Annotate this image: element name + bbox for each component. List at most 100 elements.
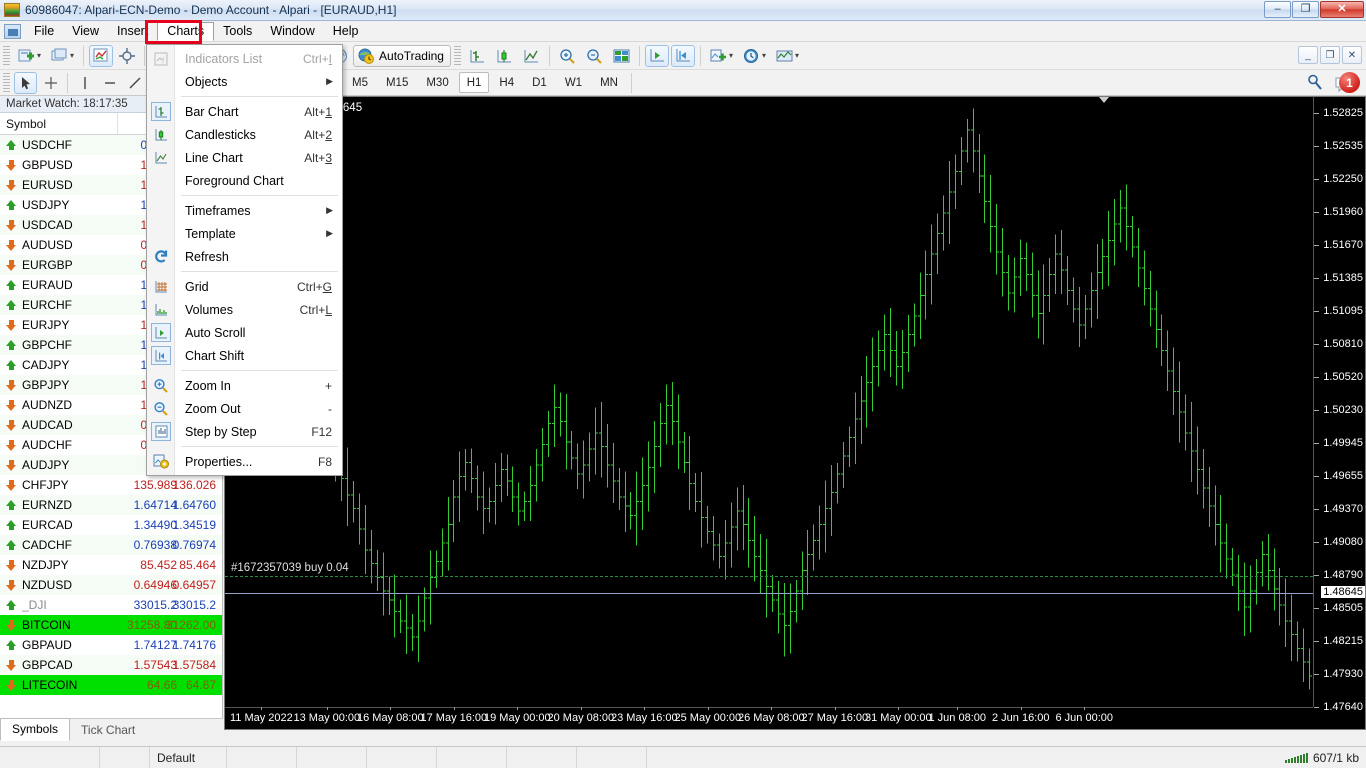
market-watch-button[interactable]: [89, 44, 114, 67]
horizontal-line-tool-button[interactable]: [98, 72, 121, 94]
chart-shift-button[interactable]: [670, 44, 695, 67]
time-tick-mark: [390, 707, 392, 710]
toolbar-divider: [67, 72, 68, 93]
chevron-down-icon[interactable]: ▾: [795, 51, 799, 60]
market-watch-row[interactable]: EURCAD 1.34490 1.34519: [0, 515, 222, 535]
menu-item-objects[interactable]: Objects ▶: [147, 70, 342, 93]
toolbar-grip-2[interactable]: [453, 45, 461, 66]
menu-help[interactable]: Help: [324, 22, 368, 41]
menu-item-template[interactable]: Template ▶: [147, 222, 342, 245]
zoom-out-button[interactable]: [582, 45, 607, 67]
menu-item-line-chart[interactable]: Line Chart Alt+3: [147, 146, 342, 169]
timeframe-d1[interactable]: D1: [524, 72, 555, 93]
menu-file[interactable]: File: [25, 22, 63, 41]
chevron-down-icon[interactable]: ▾: [70, 51, 74, 60]
timeframe-h4[interactable]: H4: [491, 72, 522, 93]
market-watch-row[interactable]: NZDUSD 0.64946 0.64957: [0, 575, 222, 595]
auto-scroll-button[interactable]: [644, 44, 669, 67]
crosshair-tool-button[interactable]: [39, 72, 62, 94]
chevron-down-icon[interactable]: ▾: [762, 51, 766, 60]
menu-separator: [181, 96, 338, 97]
indicators-button[interactable]: ▾: [706, 45, 737, 67]
vertical-line-tool-button[interactable]: [73, 72, 96, 94]
market-watch-row[interactable]: BITCOIN 31258.80 31262.00: [0, 615, 222, 635]
crosshair-button[interactable]: [115, 45, 139, 67]
chart-window[interactable]: 1.48645 1.48424 1.48645 #1672357039 buy …: [224, 96, 1366, 730]
menu-item-timeframes[interactable]: Timeframes ▶: [147, 199, 342, 222]
menu-item-step-by-step[interactable]: Step by Step F12: [147, 420, 342, 443]
price-tick-mark: [1314, 442, 1320, 444]
tab-tick-chart[interactable]: Tick Chart: [70, 720, 146, 741]
menu-item-bar-chart[interactable]: Bar Chart Alt+1: [147, 100, 342, 123]
bar-chart-button[interactable]: [465, 45, 490, 67]
symbol-name: GBPUSD: [22, 158, 73, 172]
menu-item-auto-scroll[interactable]: Auto Scroll: [147, 321, 342, 344]
market-watch-row[interactable]: CHFJPY 135.989 136.026: [0, 475, 222, 495]
menu-item-candlesticks[interactable]: Candlesticks Alt+2: [147, 123, 342, 146]
menu-item-chart-shift[interactable]: Chart Shift: [147, 344, 342, 367]
status-cell-blank-3: [297, 746, 367, 768]
mdi-close-button[interactable]: ✕: [1342, 46, 1362, 64]
search-icon[interactable]: [1306, 73, 1324, 94]
candlestick-chart-button[interactable]: [492, 45, 517, 67]
line-chart-button[interactable]: [519, 45, 544, 67]
restore-button[interactable]: ❐: [1292, 1, 1319, 18]
market-watch-row[interactable]: EURNZD 1.64714 1.64760: [0, 495, 222, 515]
close-button[interactable]: ✕: [1320, 1, 1364, 18]
mdi-minimize-button[interactable]: _: [1298, 46, 1318, 64]
autotrading-button[interactable]: AutoTrading: [353, 44, 451, 67]
menu-item-zoom-in[interactable]: Zoom In +: [147, 374, 342, 397]
market-watch-row[interactable]: GBPCAD 1.57543 1.57584: [0, 655, 222, 675]
menu-item-grid[interactable]: Grid Ctrl+G: [147, 275, 342, 298]
trendline-tool-button[interactable]: [123, 72, 146, 94]
status-profile[interactable]: Default: [150, 746, 227, 768]
menu-window[interactable]: Window: [261, 22, 323, 41]
status-connection[interactable]: 607/1 kb: [647, 747, 1366, 768]
timeframe-m5[interactable]: M5: [344, 72, 376, 93]
market-watch-row[interactable]: _DJI 33015.2 33015.2: [0, 595, 222, 615]
menu-insert[interactable]: Insert: [108, 22, 157, 41]
price-tick-label: 1.48215: [1314, 635, 1363, 647]
timeframe-h1[interactable]: H1: [458, 72, 490, 93]
chevron-down-icon[interactable]: ▾: [729, 51, 733, 60]
mdi-restore-button[interactable]: ❐: [1320, 46, 1340, 64]
toolbar-grip[interactable]: [3, 45, 10, 66]
menu-view[interactable]: View: [63, 22, 108, 41]
menu-item-volumes[interactable]: Volumes Ctrl+L: [147, 298, 342, 321]
menu-item-refresh[interactable]: Refresh: [147, 245, 342, 268]
menu-item-label: Template: [185, 226, 236, 241]
menu-item-zoom-out[interactable]: Zoom Out -: [147, 397, 342, 420]
alerts-bubble[interactable]: 1: [1334, 72, 1360, 94]
timeframe-m30[interactable]: M30: [418, 72, 456, 93]
menu-item-properties[interactable]: Properties... F8: [147, 450, 342, 473]
tile-windows-button[interactable]: [609, 45, 634, 67]
symbol-name: NZDUSD: [22, 578, 72, 592]
chart-plot-area[interactable]: 1.48645 1.48424 1.48645 #1672357039 buy …: [225, 97, 1313, 707]
menu-charts[interactable]: Charts: [157, 21, 215, 41]
new-chart-button[interactable]: ▾: [47, 45, 78, 67]
chart-scroll-marker-icon: [1099, 97, 1109, 103]
chart-price-axis[interactable]: 1.52825 1.52535 1.52250 1.51960 1.51670 1.513…: [1313, 97, 1365, 713]
zoom-in-button[interactable]: [555, 45, 580, 67]
new-order-button[interactable]: ▾: [14, 45, 45, 67]
timeframe-w1[interactable]: W1: [557, 72, 590, 93]
menu-item-foreground-chart[interactable]: Foreground Chart: [147, 169, 342, 192]
chart-time-axis[interactable]: 11 May 2022 13 May 00:00 16 May 08:00 17 Ma…: [225, 707, 1313, 729]
chevron-down-icon[interactable]: ▾: [37, 51, 41, 60]
templates-button[interactable]: ▾: [772, 45, 803, 67]
column-header-symbol[interactable]: Symbol: [0, 113, 118, 134]
cursor-tool-button[interactable]: [14, 71, 37, 94]
market-watch-row[interactable]: GBPAUD 1.74127 1.74176: [0, 635, 222, 655]
charts-dropdown-menu[interactable]: f Indicators List Ctrl+I Objects ▶ Bar Chart A…: [146, 44, 343, 476]
timeframe-m15[interactable]: M15: [378, 72, 416, 93]
arrow-up-icon: [6, 519, 17, 531]
market-watch-row[interactable]: LITECOIN 64.66 64.67: [0, 675, 222, 695]
minimize-button[interactable]: –: [1264, 1, 1291, 18]
timeframe-mn[interactable]: MN: [592, 72, 626, 93]
tab-symbols[interactable]: Symbols: [0, 718, 71, 741]
toolbar-grip-3[interactable]: [3, 72, 10, 93]
timeframes-button[interactable]: ▾: [739, 45, 770, 67]
market-watch-row[interactable]: NZDJPY 85.452 85.464: [0, 555, 222, 575]
market-watch-row[interactable]: CADCHF 0.76938 0.76974: [0, 535, 222, 555]
menu-tools[interactable]: Tools: [214, 22, 261, 41]
